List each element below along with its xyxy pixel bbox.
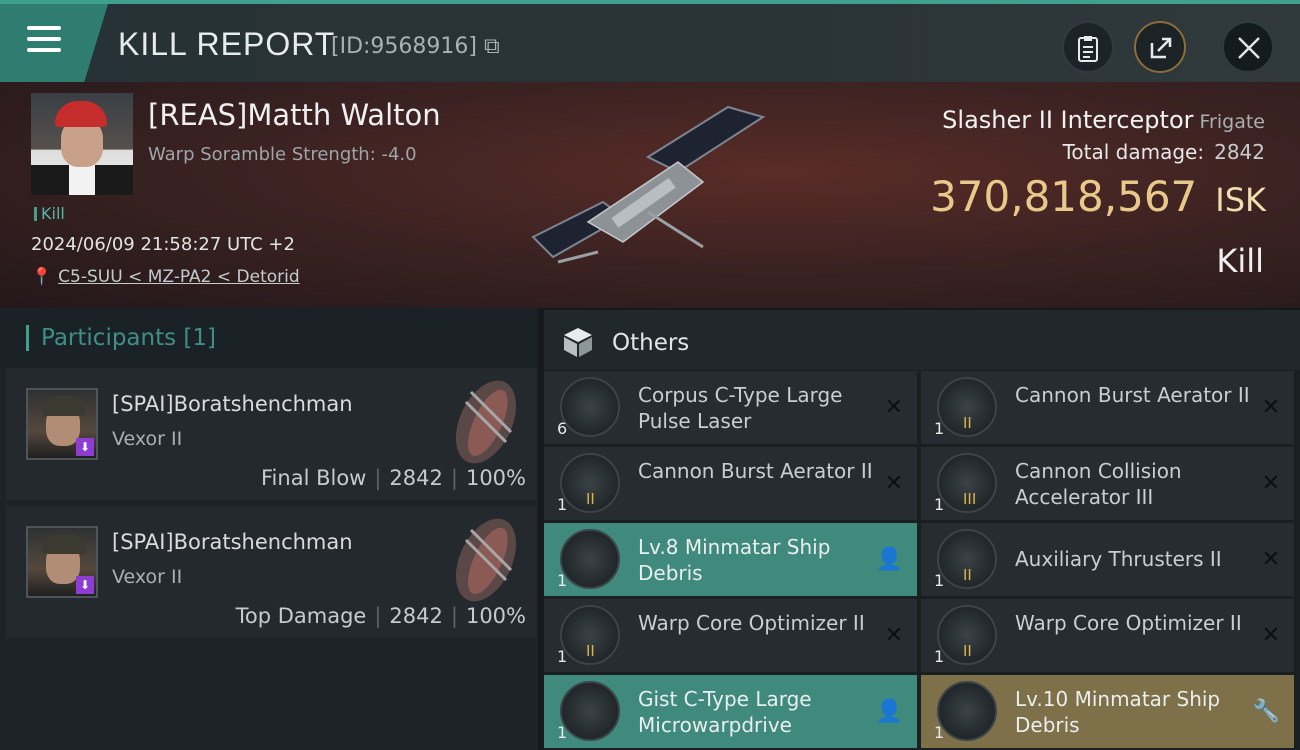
participant-name: [SPAI]Boratshenchman <box>112 392 353 416</box>
rank-badge-icon: ⬇ <box>76 576 94 594</box>
participant-avatar[interactable]: ⬇ <box>26 526 98 598</box>
item-name: Lv.8 Minmatar Ship Debris <box>638 535 831 585</box>
victim-ship-image <box>531 105 766 264</box>
destroyed-icon: ✕ <box>1261 623 1280 648</box>
total-damage: Total damage: 2842 <box>1062 140 1265 164</box>
item-row[interactable]: 1 III Cannon Collision Accelerator III ✕ <box>921 447 1294 520</box>
item-name: Warp Core Optimizer II <box>1015 611 1242 635</box>
victim-portrait[interactable] <box>31 93 133 195</box>
wrench-icon: 🔧 <box>1252 699 1280 724</box>
rank-badge-icon: ⬇ <box>76 438 94 456</box>
victim-name[interactable]: [REAS]Matth Walton <box>148 98 441 132</box>
participant-ship-image <box>455 518 517 602</box>
page-title: KILL REPORT <box>118 26 336 62</box>
participant-ship-image <box>455 380 517 464</box>
item-row[interactable]: 1 Lv.10 Minmatar Ship Debris 🔧 <box>921 675 1294 748</box>
item-name: Lv.10 Minmatar Ship Debris <box>1015 687 1221 737</box>
report-id[interactable]: [ID:9568916] ⧉ <box>331 34 500 59</box>
item-row[interactable]: 1 II Warp Core Optimizer II ✕ <box>921 599 1294 672</box>
item-name: Corpus C-Type Large Pulse Laser <box>638 383 843 433</box>
victim-banner: [REAS]Matth Walton Warp Soramble Strengt… <box>0 82 1300 308</box>
location-pin-icon: 📍 <box>31 267 53 287</box>
item-name: Auxiliary Thrusters II <box>1015 547 1222 571</box>
dropped-person-icon: 👤 <box>875 547 903 572</box>
menu-button[interactable] <box>0 4 108 82</box>
ship-debris-icon <box>560 529 620 589</box>
participant-row[interactable]: ⬇ [SPAI]Boratshenchman Vexor II Top Dama… <box>6 506 536 638</box>
item-row[interactable]: 6 Corpus C-Type Large Pulse Laser ✕ <box>544 371 917 444</box>
close-icon <box>1238 37 1260 59</box>
destroyed-icon: ✕ <box>1261 547 1280 572</box>
others-panel: Others 6 Corpus C-Type Large Pulse Laser… <box>544 310 1300 750</box>
participant-ship: Vexor II <box>112 428 183 450</box>
close-button[interactable] <box>1222 21 1274 73</box>
hamburger-menu-icon <box>27 26 61 59</box>
kill-datetime: 2024/06/09 21:58:27 UTC +2 <box>31 234 295 255</box>
ship-debris-icon <box>937 681 997 741</box>
destroyed-icon: ✕ <box>1261 395 1280 420</box>
kill-tag: Kill <box>34 204 65 223</box>
result-label: Kill <box>1216 242 1264 280</box>
export-icon <box>1150 37 1172 59</box>
export-button[interactable] <box>1134 21 1186 73</box>
item-row[interactable]: 1 II Auxiliary Thrusters II ✕ <box>921 523 1294 596</box>
clipboard-icon <box>1078 36 1098 62</box>
others-header: Others <box>544 310 1300 370</box>
participant-stats: Final Blow | 2842 | 100% <box>261 466 526 490</box>
destroyed-icon: ✕ <box>1261 471 1280 496</box>
dropped-person-icon: 👤 <box>875 699 903 724</box>
module-microwarpdrive-icon <box>560 681 620 741</box>
item-name: Warp Core Optimizer II <box>638 611 865 635</box>
item-name: Cannon Burst Aerator II <box>638 459 873 483</box>
participant-stats: Top Damage | 2842 | 100% <box>235 604 526 628</box>
cube-icon <box>564 328 592 357</box>
destroyed-icon: ✕ <box>884 395 903 420</box>
item-name: Gist C-Type Large Microwarpdrive <box>638 687 812 737</box>
participant-avatar[interactable]: ⬇ <box>26 388 98 460</box>
participant-name: [SPAI]Boratshenchman <box>112 530 353 554</box>
destroyed-icon: ✕ <box>884 471 903 496</box>
participants-header: Participants [1] <box>0 308 538 368</box>
participant-ship: Vexor II <box>112 566 183 588</box>
participant-row[interactable]: ⬇ [SPAI]Boratshenchman Vexor II Final Bl… <box>6 368 536 500</box>
item-name: Cannon Collision Accelerator III <box>1015 459 1182 509</box>
victim-subtitle: Warp Soramble Strength: -4.0 <box>148 144 417 165</box>
item-row[interactable]: 1 II Cannon Burst Aerator II ✕ <box>544 447 917 520</box>
victim-ship-name[interactable]: Slasher II Interceptor Frigate <box>942 106 1265 134</box>
isk-value: 370,818,567 ISK <box>930 172 1266 221</box>
module-laser-icon <box>560 377 620 437</box>
clipboard-button[interactable] <box>1062 21 1114 73</box>
destroyed-icon: ✕ <box>884 623 903 648</box>
item-row[interactable]: 1 II Cannon Burst Aerator II ✕ <box>921 371 1294 444</box>
header-bar: KILL REPORT [ID:9568916] ⧉ <box>0 0 1300 82</box>
item-name: Cannon Burst Aerator II <box>1015 383 1250 407</box>
item-row[interactable]: 1 Lv.8 Minmatar Ship Debris 👤 <box>544 523 917 596</box>
item-row[interactable]: 1 Gist C-Type Large Microwarpdrive 👤 <box>544 675 917 748</box>
item-row[interactable]: 1 II Warp Core Optimizer II ✕ <box>544 599 917 672</box>
kill-location[interactable]: 📍 C5-SUU < MZ-PA2 < Detorid <box>31 267 300 287</box>
participants-panel: Participants [1] ⬇ [SPAI]Boratshenchman … <box>0 308 538 750</box>
copy-icon[interactable]: ⧉ <box>477 34 500 59</box>
